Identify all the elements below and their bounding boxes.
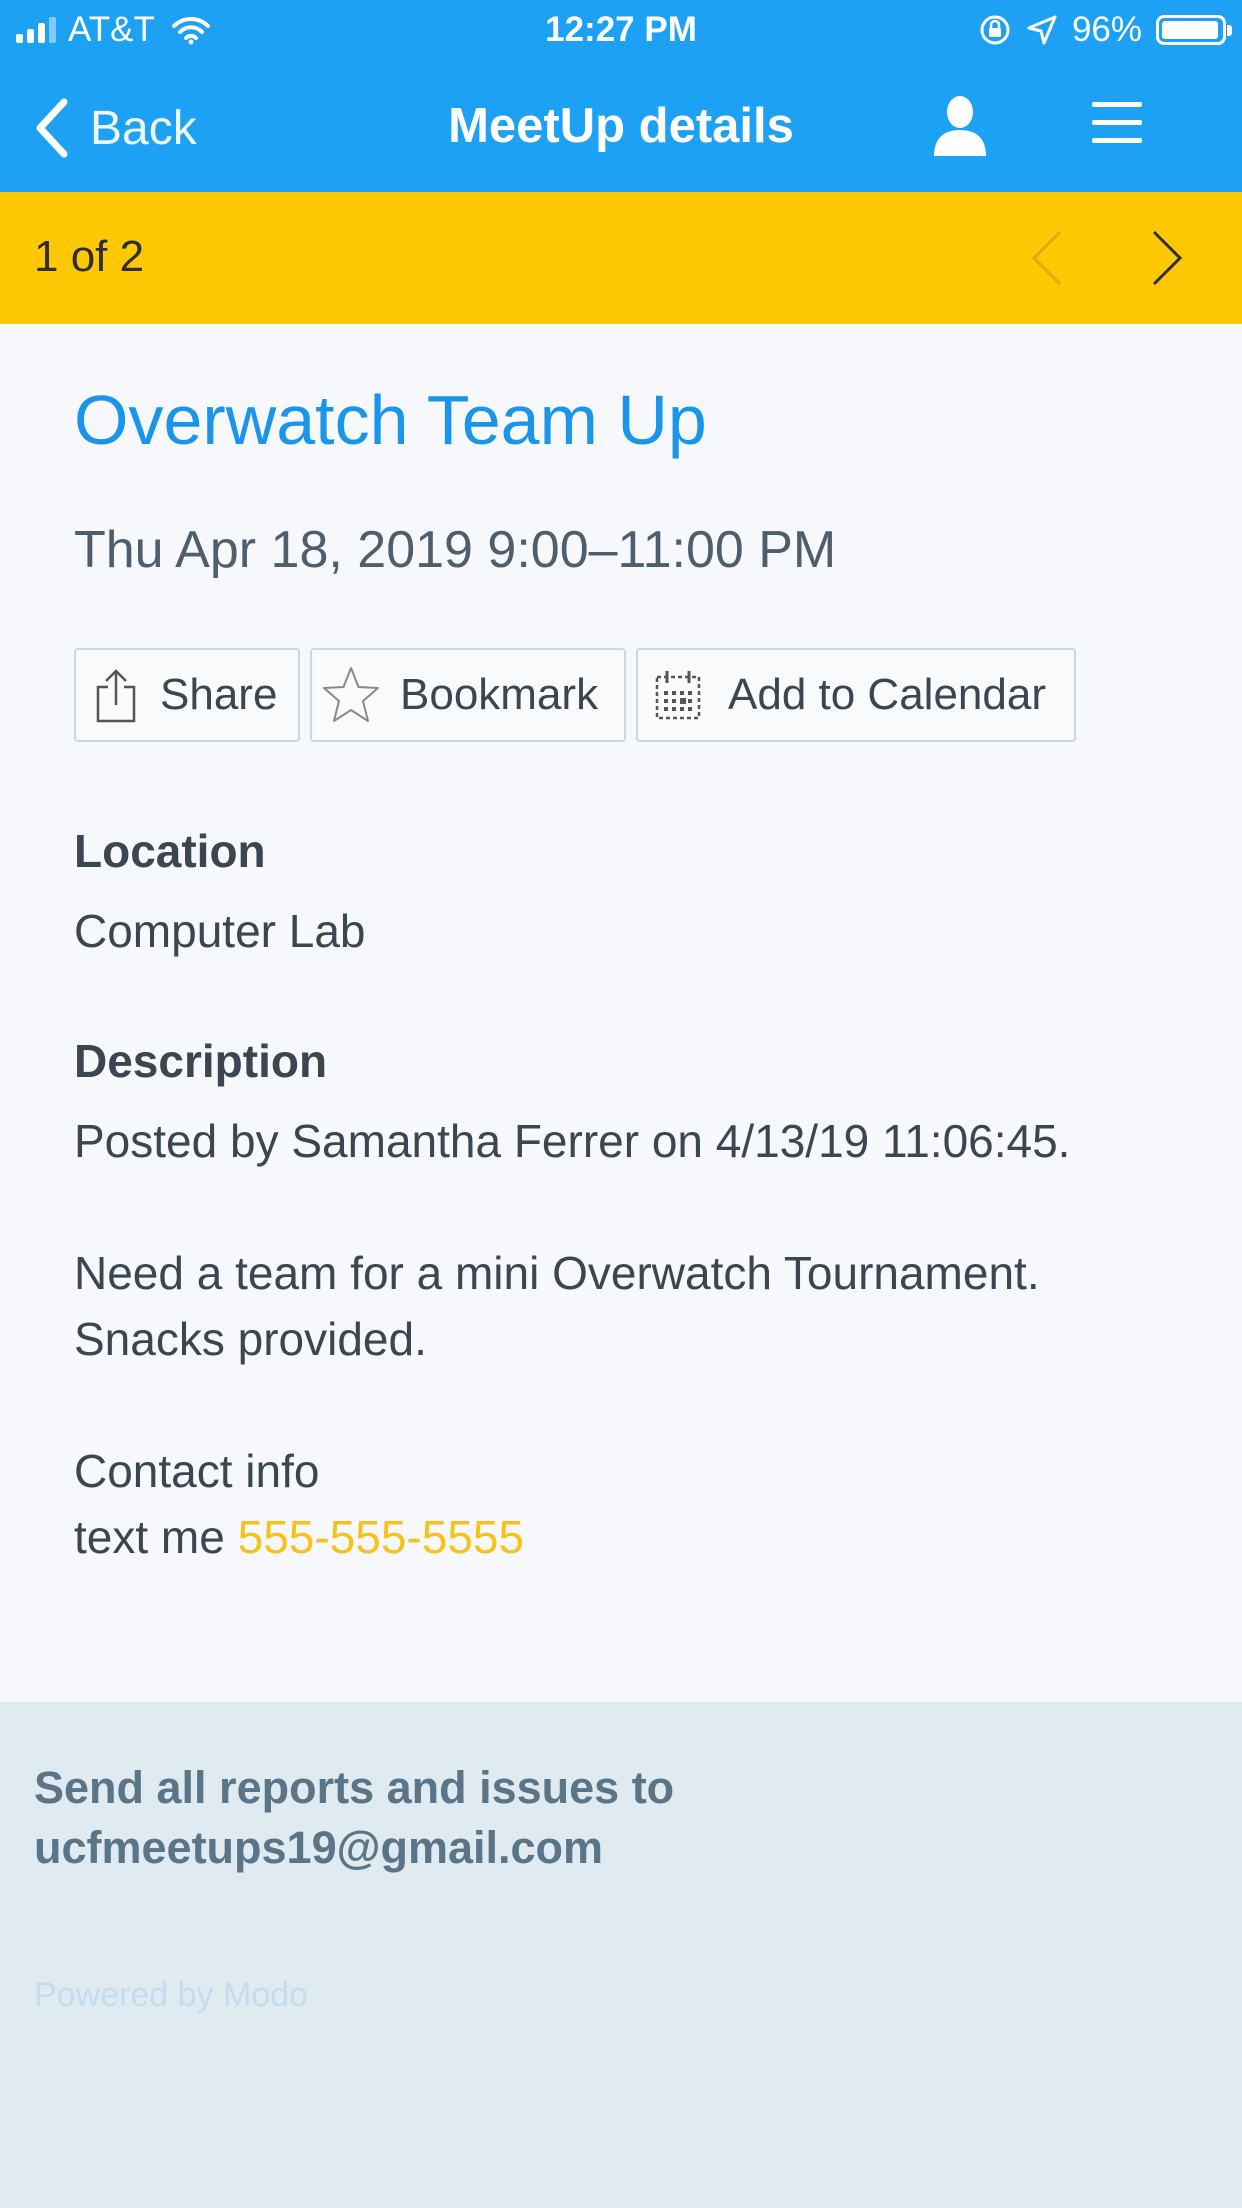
rotation-lock-icon	[980, 15, 1010, 45]
share-label: Share	[160, 670, 278, 719]
bookmark-button[interactable]: Bookmark	[310, 648, 626, 742]
bookmark-label: Bookmark	[400, 670, 599, 719]
description-line-2: Snacks provided.	[74, 1313, 427, 1365]
user-icon[interactable]	[932, 94, 988, 156]
next-chevron-icon[interactable]	[1150, 228, 1184, 288]
event-title: Overwatch Team Up	[74, 381, 707, 459]
pager-bar: 1 of 2	[0, 192, 1242, 324]
status-bar: AT&T 12:27 PM 96%	[0, 0, 1242, 62]
previous-chevron-icon	[1031, 230, 1062, 286]
pager-counter: 1 of 2	[34, 232, 145, 281]
contact-label: Contact info	[74, 1445, 320, 1497]
share-icon	[96, 669, 136, 723]
description-heading: Description	[74, 1035, 328, 1087]
contact-prefix: text me	[74, 1511, 238, 1563]
battery-percent: 96%	[1071, 10, 1142, 49]
location-arrow-icon	[1027, 15, 1057, 45]
powered-by-link[interactable]: Powered by Modo	[34, 1976, 308, 2015]
contact-line: text me 555-555-5555	[74, 1510, 524, 1564]
star-icon	[323, 667, 379, 722]
top-bar: AT&T 12:27 PM 96% Back MeetUp details	[0, 0, 1242, 192]
report-notice: Send all reports and issues to ucfmeetup…	[34, 1758, 1214, 1878]
hamburger-menu-icon[interactable]	[1092, 102, 1142, 144]
description-line-1: Need a team for a mini Overwatch Tournam…	[74, 1247, 1040, 1299]
posted-by: Posted by Samantha Ferrer on 4/13/19 11:…	[74, 1115, 1071, 1167]
add-to-calendar-label: Add to Calendar	[728, 670, 1046, 719]
page-title: MeetUp details	[448, 99, 794, 153]
location-heading: Location	[74, 825, 266, 877]
battery-icon	[1156, 15, 1232, 45]
report-line-1: Send all reports and issues to	[34, 1762, 675, 1813]
footer: Send all reports and issues to ucfmeetup…	[0, 1702, 1242, 2208]
event-datetime: Thu Apr 18, 2019 9:00–11:00 PM	[74, 521, 837, 579]
share-button[interactable]: Share	[74, 648, 300, 742]
status-right: 96%	[978, 10, 1232, 50]
calendar-icon	[655, 671, 701, 720]
phone-link[interactable]: 555-555-5555	[238, 1511, 524, 1563]
action-buttons: Share Bookmark Add to Calendar	[74, 648, 1076, 742]
location-value: Computer Lab	[74, 905, 366, 957]
add-to-calendar-button[interactable]: Add to Calendar	[636, 648, 1076, 742]
nav-bar: Back MeetUp details	[0, 70, 1242, 190]
report-email: ucfmeetups19@gmail.com	[34, 1822, 604, 1873]
